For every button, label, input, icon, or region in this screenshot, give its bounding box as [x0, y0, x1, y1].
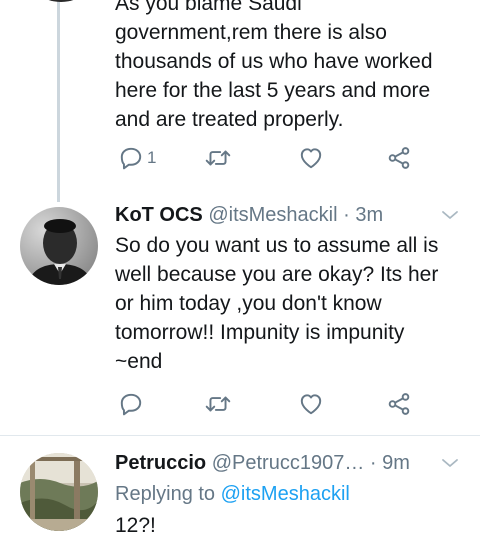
- like-button[interactable]: [298, 145, 324, 171]
- tweet-header: Petruccio @Petrucc1907… · 9m: [115, 451, 460, 475]
- timestamp[interactable]: · 3m: [343, 204, 383, 226]
- retweet-button[interactable]: [204, 145, 232, 171]
- tweet-text: So do you want us to assume all is well …: [115, 234, 439, 373]
- like-button[interactable]: [298, 391, 324, 417]
- heart-icon: [300, 148, 322, 169]
- avatar[interactable]: [20, 207, 98, 285]
- tweet-2[interactable]: KoT OCS @itsMeshackil · 3m So do you wan…: [0, 198, 480, 434]
- replying-to-mention[interactable]: @itsMeshackil: [221, 483, 350, 505]
- tweet-actions: 1: [118, 145, 418, 175]
- chevron-down-icon[interactable]: [440, 205, 460, 225]
- user-handle[interactable]: @Petrucc1907…: [212, 452, 365, 474]
- reply-icon: [120, 393, 142, 416]
- retweet-icon: [205, 396, 231, 412]
- tweet-3[interactable]: Petruccio @Petrucc1907… · 9m Replying to…: [0, 436, 480, 546]
- share-icon: [388, 393, 410, 415]
- reply-icon: [120, 147, 142, 170]
- display-name[interactable]: KoT OCS: [115, 204, 203, 226]
- share-button[interactable]: [386, 145, 412, 171]
- replying-to-label: Replying to: [115, 483, 216, 505]
- reply-count: 1: [147, 148, 157, 167]
- display-name[interactable]: Petruccio: [115, 452, 206, 474]
- tweet-text: 12?!: [115, 514, 156, 537]
- timestamp[interactable]: · 9m: [370, 452, 410, 474]
- reply-button[interactable]: [118, 391, 144, 417]
- heart-icon: [300, 394, 322, 415]
- share-icon: [388, 147, 410, 169]
- tweet-1[interactable]: As you blame Saudi government,rem there …: [0, 0, 480, 190]
- replying-to: Replying to @itsMeshackil: [115, 481, 460, 507]
- retweet-icon: [205, 150, 231, 166]
- chevron-down-icon[interactable]: [440, 453, 460, 473]
- avatar[interactable]: [20, 453, 98, 531]
- tweet-header: KoT OCS @itsMeshackil · 3m: [115, 203, 460, 227]
- retweet-button[interactable]: [204, 391, 232, 417]
- avatar[interactable]: [22, 0, 100, 2]
- reply-button[interactable]: 1: [118, 145, 156, 171]
- share-button[interactable]: [386, 391, 412, 417]
- tweet-text: As you blame Saudi government,rem there …: [115, 0, 433, 131]
- user-handle[interactable]: @itsMeshackil: [208, 204, 337, 226]
- tweet-actions: [118, 391, 418, 421]
